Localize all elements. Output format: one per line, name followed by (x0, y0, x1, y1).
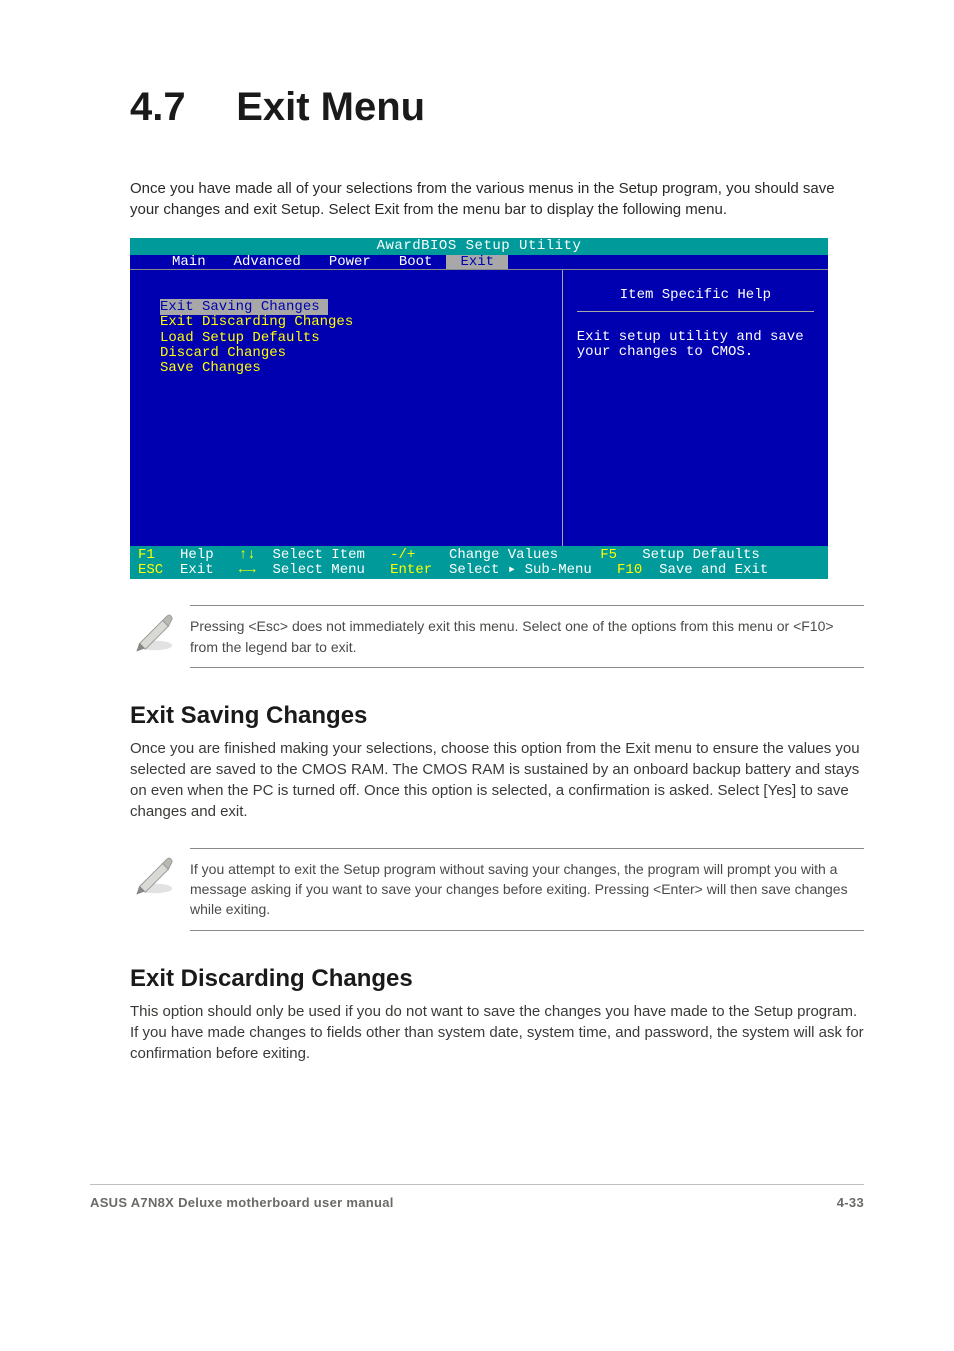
note-2: If you attempt to exit the Setup program… (0, 848, 954, 931)
tab-power[interactable]: Power (315, 255, 385, 270)
note-1-text: Pressing <Esc> does not immediately exit… (190, 605, 864, 668)
bios-item-save-changes[interactable]: Save Changes (160, 361, 562, 376)
bios-menu-tabs: Main Advanced Power Boot Exit (130, 255, 828, 270)
intro-paragraph: Once you have made all of your selection… (0, 178, 954, 238)
page-heading: 4.7 Exit Menu (0, 85, 954, 178)
pen-note-icon (130, 605, 190, 668)
subbody-exit-discarding: This option should only be used if you d… (130, 1001, 864, 1064)
bios-help-title: Item Specific Help (577, 284, 814, 312)
tab-main[interactable]: Main (158, 255, 220, 270)
bios-menu-list: Exit Saving Changes Exit Discarding Chan… (130, 270, 563, 546)
bios-title: AwardBIOS Setup Utility (130, 238, 828, 255)
pen-note-icon (130, 848, 190, 931)
bios-body: Exit Saving Changes Exit Discarding Chan… (130, 269, 828, 546)
subbody-exit-saving: Once you are finished making your select… (130, 738, 864, 822)
bios-item-discard-changes[interactable]: Discard Changes (160, 346, 562, 361)
bios-item-load-defaults[interactable]: Load Setup Defaults (160, 331, 562, 346)
subheading-exit-saving: Exit Saving Changes (130, 702, 864, 730)
footer-right: 4-33 (837, 1195, 864, 1210)
tab-boot[interactable]: Boot (385, 255, 447, 270)
note-2-text: If you attempt to exit the Setup program… (190, 848, 864, 931)
sub-exit-saving: Exit Saving Changes Once you are finishe… (0, 702, 954, 822)
heading-number: 4.7 (130, 85, 186, 129)
footer-left: ASUS A7N8X Deluxe motherboard user manua… (90, 1195, 394, 1210)
note-1: Pressing <Esc> does not immediately exit… (0, 605, 954, 668)
bios-legend: F1 Help ↑↓ Select Item -/+ Change Values… (130, 546, 828, 579)
bios-screenshot: AwardBIOS Setup Utility Main Advanced Po… (130, 238, 828, 579)
tab-advanced[interactable]: Advanced (220, 255, 315, 270)
subheading-exit-discarding: Exit Discarding Changes (130, 965, 864, 993)
page-footer: ASUS A7N8X Deluxe motherboard user manua… (90, 1184, 864, 1250)
bios-help-panel: Item Specific Help Exit setup utility an… (563, 270, 828, 546)
tab-exit[interactable]: Exit (446, 255, 508, 270)
sub-exit-discarding: Exit Discarding Changes This option shou… (0, 965, 954, 1064)
bios-item-exit-saving[interactable]: Exit Saving Changes (160, 300, 562, 315)
bios-item-exit-discarding[interactable]: Exit Discarding Changes (160, 315, 562, 330)
heading-title: Exit Menu (236, 85, 425, 129)
bios-help-body: Exit setup utility and save your changes… (577, 330, 814, 359)
